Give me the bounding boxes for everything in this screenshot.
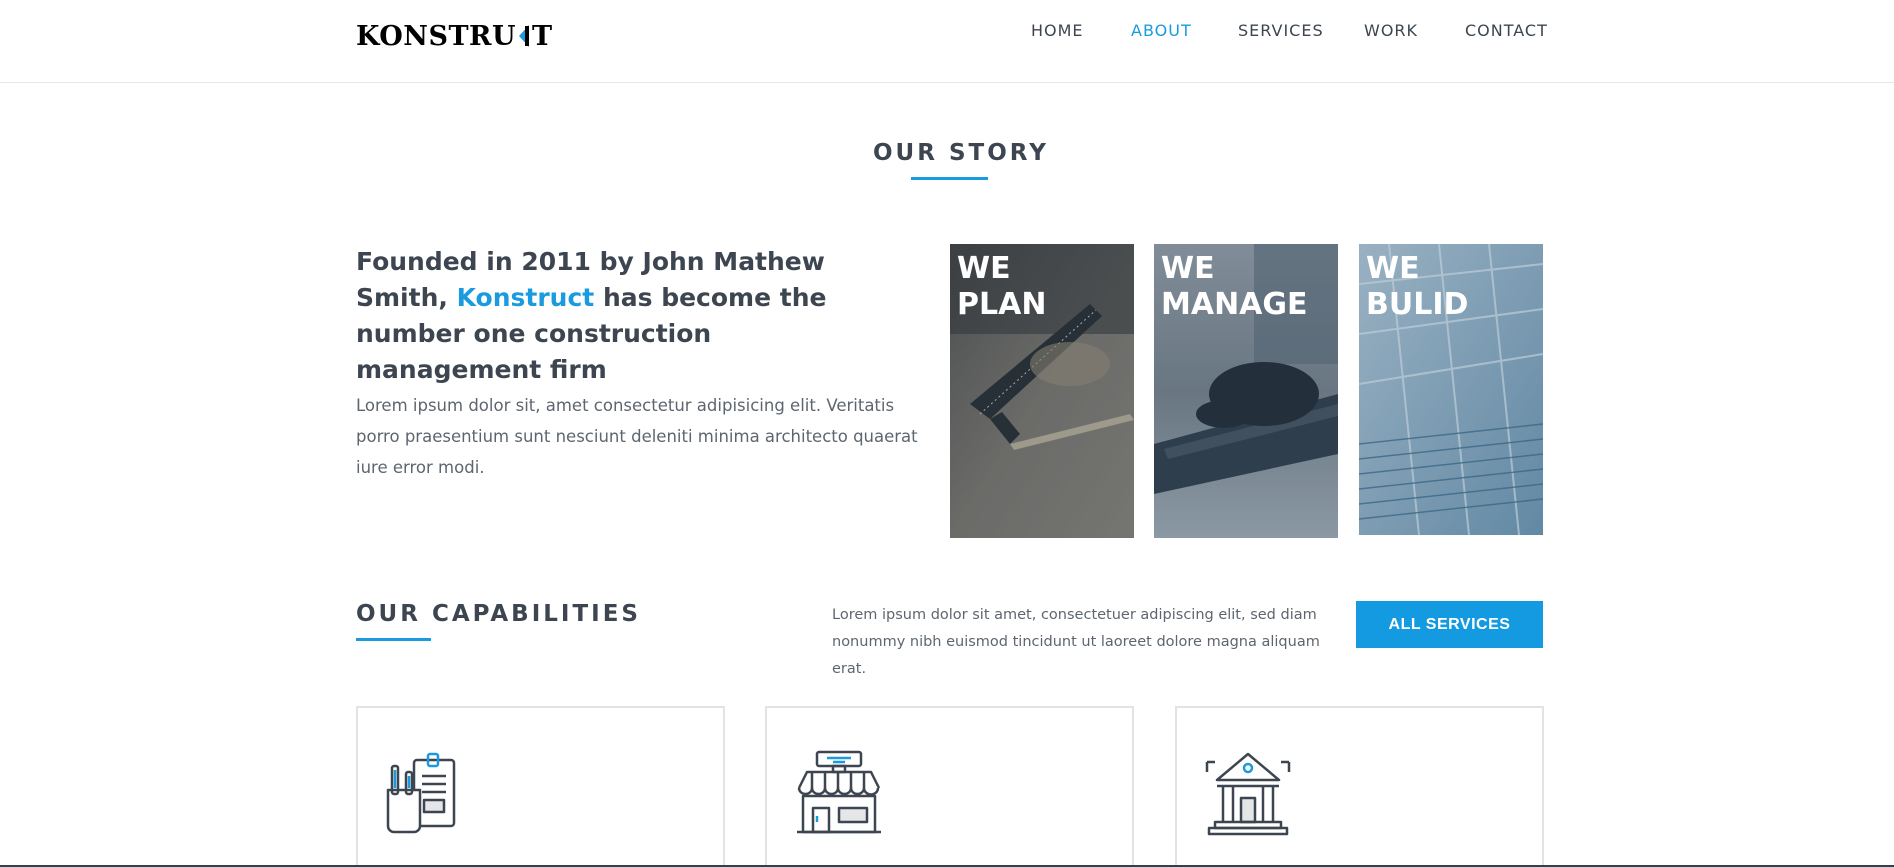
capability-box-3[interactable] bbox=[1175, 706, 1544, 867]
shop-icon bbox=[797, 750, 881, 834]
card-we-plan[interactable]: WE PLAN bbox=[950, 244, 1134, 538]
story-headline: Founded in 2011 by John Mathew Smith, Ko… bbox=[356, 244, 896, 388]
capability-box-1[interactable] bbox=[356, 706, 725, 867]
card-label: WE MANAGE bbox=[1161, 251, 1308, 322]
card-we-manage[interactable]: WE MANAGE bbox=[1154, 244, 1338, 538]
logo-text-left: KONSTRU bbox=[356, 20, 517, 52]
logo-mark-icon bbox=[517, 24, 531, 48]
nav-work[interactable]: WORK bbox=[1364, 21, 1418, 40]
site-header: KONSTRU T HOME ABOUT SERVICES WORK CONTA… bbox=[0, 0, 1894, 83]
story-title-underline bbox=[911, 177, 988, 180]
capabilities-title-underline bbox=[356, 638, 431, 641]
card-label: WE BULID bbox=[1366, 251, 1469, 322]
bank-building-icon bbox=[1205, 752, 1291, 836]
story-body-text: Lorem ipsum dolor sit, amet consectetur … bbox=[356, 396, 918, 477]
logo-text-right: T bbox=[532, 20, 553, 52]
headline-brand[interactable]: Konstruct bbox=[457, 283, 595, 312]
nav-services[interactable]: SERVICES bbox=[1238, 21, 1324, 40]
card-label: WE PLAN bbox=[957, 251, 1047, 322]
capabilities-description: Lorem ipsum dolor sit amet, consectetuer… bbox=[832, 607, 1320, 677]
documents-icon bbox=[386, 752, 456, 834]
capability-box-2[interactable] bbox=[765, 706, 1134, 867]
nav-contact[interactable]: CONTACT bbox=[1465, 21, 1548, 40]
logo[interactable]: KONSTRU T bbox=[356, 19, 553, 53]
story-section-title: OUR STORY bbox=[873, 140, 1049, 166]
nav-about[interactable]: ABOUT bbox=[1131, 21, 1192, 40]
card-we-build[interactable]: WE BULID bbox=[1359, 244, 1543, 535]
capabilities-section-title: OUR CAPABILITIES bbox=[356, 601, 641, 627]
all-services-button[interactable]: ALL SERVICES bbox=[1356, 601, 1543, 648]
nav-home[interactable]: HOME bbox=[1031, 21, 1084, 40]
